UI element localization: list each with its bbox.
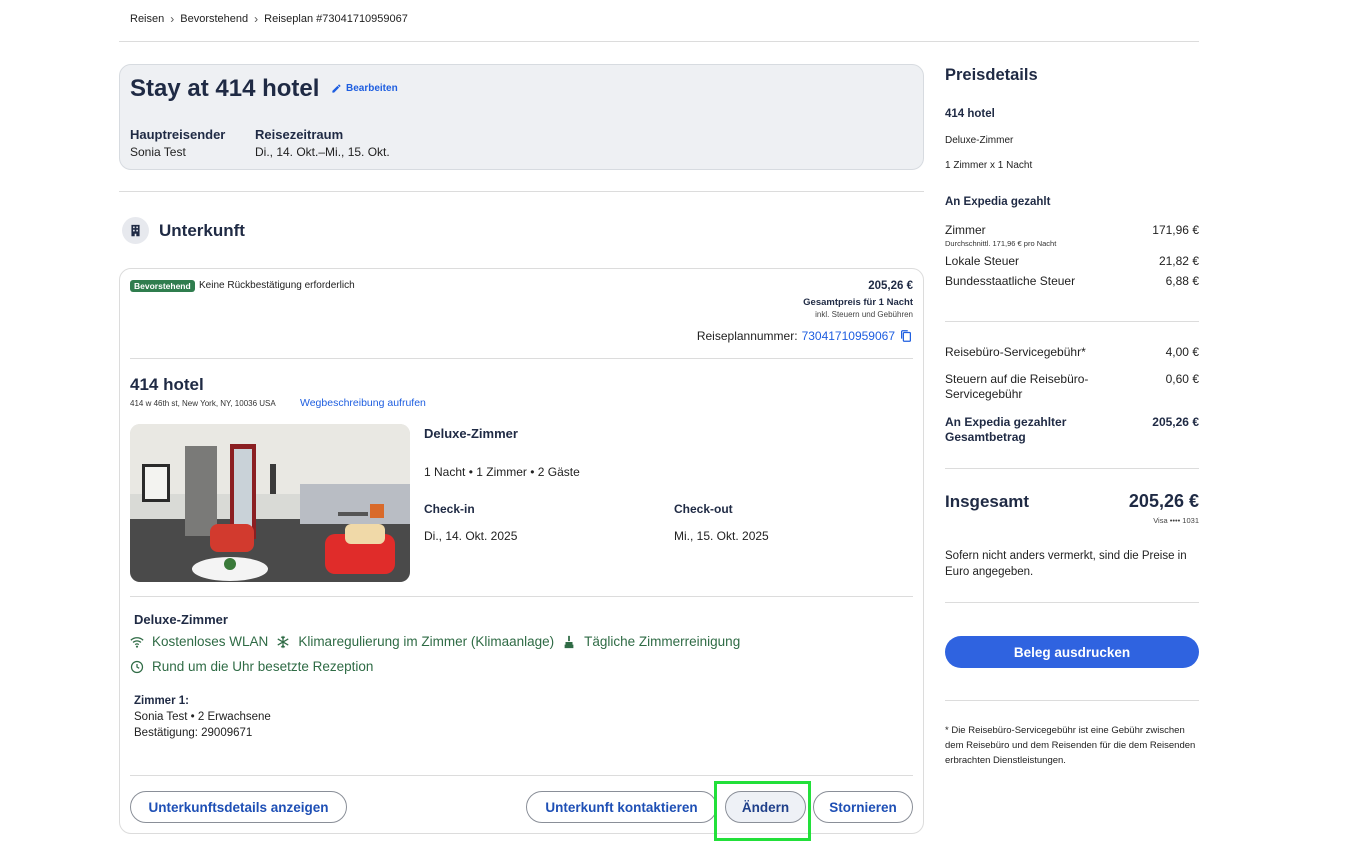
trip-summary-card: Stay at 414 hotel Bearbeiten Hauptreisen… [119,64,924,170]
price-total: 205,26 € [868,280,913,292]
price-caption: Gesamtpreis für 1 Nacht [803,297,913,308]
state-tax-label: Bundesstaatliche Steuer [945,274,1076,288]
itinerary-label: Reiseplannummer: [696,329,798,343]
room-price-average: Durchschnittl. 171,96 € pro Nacht [945,239,1057,248]
contact-property-button[interactable]: Unterkunft kontaktieren [526,791,717,823]
reconfirm-note: Keine Rückbestätigung erforderlich [199,280,355,291]
price-room-type: Deluxe-Zimmer [945,135,1014,146]
building-icon [122,217,149,244]
cancel-button[interactable]: Stornieren [813,791,913,823]
service-tax-value: 0,60 € [1165,372,1199,386]
grand-total-label: Insgesamt [945,492,1030,511]
divider [119,191,924,192]
view-property-details-button[interactable]: Unterkunftsdetails anzeigen [130,791,347,823]
room-type: Deluxe-Zimmer [424,426,518,441]
snowflake-icon [277,635,289,648]
room1-guests: Sonia Test • 2 Erwachsene [134,711,271,723]
amenity-cleaning-label: Tägliche Zimmerreinigung [584,634,741,649]
itinerary-number-row: Reiseplannummer: 73041710959067 [697,329,913,343]
divider [945,602,1199,603]
room1-title: Zimmer 1: [134,695,189,707]
period-label: Reisezeitraum [255,127,344,142]
divider [130,358,913,359]
price-note: inkl. Steuern und Gebühren [815,310,913,319]
page-title: Stay at 414 hotel [130,75,320,102]
booking-card: Bevorstehend Keine Rückbestätigung erfor… [119,268,924,834]
checkin-value: Di., 14. Okt. 2025 [424,529,518,543]
chevron-right-icon: › [254,12,259,26]
divider [945,321,1199,322]
divider [945,468,1199,469]
amenity-ac-label: Klimaregulierung im Zimmer (Klimaanlage) [298,634,555,649]
highlight-box [714,781,811,841]
amenity-reception-label: Rund um die Uhr besetzte Rezeption [152,659,374,674]
hotel-address: 414 w 46th st, New York, NY, 10036 USA [130,399,276,408]
currency-note: Sofern nicht anders vermerkt, sind die P… [945,550,1187,578]
edit-label: Bearbeiten [346,83,398,94]
itinerary-number-link[interactable]: 73041710959067 [802,329,895,343]
divider [119,41,1199,42]
local-tax-label: Lokale Steuer [945,254,1020,268]
wifi-icon [130,636,144,648]
price-hotel-name: 414 hotel [945,108,995,120]
local-tax-value: 21,82 € [1158,254,1199,268]
service-fee-footnote: * Die Reisebüro-Servicegebühr ist eine G… [945,725,1196,766]
status-badge: Bevorstehend [130,280,195,292]
service-fee-label: Reisebüro-Servicegebühr* [945,345,1086,359]
price-details-title: Preisdetails [945,66,1038,84]
room1-confirmation: Bestätigung: 29009671 [134,727,253,739]
payment-card: Visa •••• 1031 [1153,516,1199,525]
cleaning-icon [564,635,574,648]
amenities-title: Deluxe-Zimmer [134,612,228,627]
service-tax-label-1: Steuern auf die Reisebüro- [945,372,1089,386]
amenity-ac: Klimaregulierung im Zimmer (Klimaanlage) [276,634,554,649]
edit-button[interactable]: Bearbeiten [331,83,398,94]
service-fee-value: 4,00 € [1165,345,1199,359]
hotel-photo [130,424,410,582]
expedia-total-label-1: An Expedia gezahlter [945,415,1067,429]
amenity-wifi-label: Kostenloses WLAN [152,634,269,649]
checkout-value: Mi., 15. Okt. 2025 [674,529,769,543]
checkout-label: Check-out [674,502,733,516]
breadcrumb-itinerary: Reiseplan #73041710959067 [264,13,408,25]
divider [945,700,1199,701]
directions-link[interactable]: Wegbeschreibung aufrufen [300,397,426,409]
room-price-label: Zimmer [945,223,986,237]
state-tax-value: 6,88 € [1165,274,1199,288]
amenity-cleaning: Tägliche Zimmerreinigung [562,634,740,649]
print-receipt-button[interactable]: Beleg ausdrucken [945,636,1199,668]
breadcrumb: Reisen › Bevorstehend › Reiseplan #73041… [130,12,408,26]
service-tax-label-2: Servicegebühr [945,387,1023,401]
checkin-label: Check-in [424,502,475,516]
expedia-total-value: 205,26 € [1152,415,1199,429]
copy-icon[interactable] [899,329,913,343]
expedia-total-label-2: Gesamtbetrag [945,430,1026,444]
price-room-count: 1 Zimmer x 1 Nacht [945,160,1033,171]
amenities-row: Kostenloses WLAN Klimaregulierung im Zim… [130,634,740,649]
period-value: Di., 14. Okt.–Mi., 15. Okt. [255,145,390,159]
room-price-value: 171,96 € [1152,223,1199,237]
grand-total-value: 205,26 € [1128,491,1199,511]
paid-to-expedia-label: An Expedia gezahlt [945,196,1051,208]
traveler-label: Hauptreisender [130,127,226,142]
divider [130,596,913,597]
room-meta: 1 Nacht • 1 Zimmer • 2 Gäste [424,465,580,479]
clock-icon [130,660,144,673]
traveler-value: Sonia Test [130,145,186,159]
chevron-right-icon: › [170,12,175,26]
amenity-reception: Rund um die Uhr besetzte Rezeption [130,659,373,674]
breadcrumb-trips[interactable]: Reisen [130,13,164,25]
divider [130,775,913,776]
breadcrumb-upcoming[interactable]: Bevorstehend [180,13,248,25]
amenity-wifi: Kostenloses WLAN [130,634,268,649]
pencil-icon [332,84,341,93]
section-title-lodging: Unterkunft [159,221,245,240]
hotel-name: 414 hotel [130,375,204,394]
